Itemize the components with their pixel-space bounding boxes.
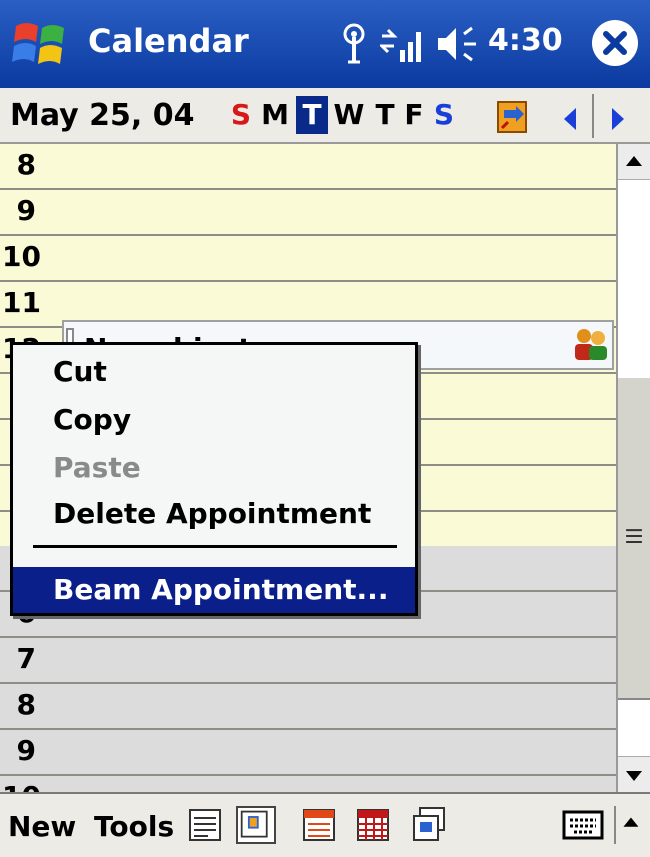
day-wednesday[interactable]: W [332, 96, 366, 134]
scroll-thumb[interactable] [618, 376, 650, 700]
signal-icon[interactable] [380, 22, 426, 66]
day-sunday[interactable]: S [226, 96, 256, 134]
divider [592, 94, 594, 138]
windows-start-icon[interactable] [12, 16, 68, 72]
day-monday[interactable]: M [260, 96, 290, 134]
hour-label: 8 [16, 688, 36, 721]
hour-label: 8 [16, 148, 36, 181]
hour-label: 10 [2, 240, 41, 273]
hour-label: 9 [16, 734, 36, 767]
hour-row[interactable]: 7 [0, 638, 616, 684]
week-view-icon[interactable] [300, 806, 340, 844]
menu-item-copy-label: Copy [53, 403, 132, 436]
scroll-up-button[interactable] [618, 144, 650, 180]
scroll-down-button[interactable] [618, 756, 650, 792]
scroll-down-icon [626, 771, 642, 781]
menu-item-cut-label: Cut [53, 355, 107, 388]
tools-menu[interactable]: Tools [94, 810, 174, 843]
scroll-track[interactable] [618, 700, 650, 756]
hour-label: 9 [16, 194, 36, 227]
menu-separator [33, 545, 397, 548]
close-icon [603, 31, 627, 55]
new-button[interactable]: New [8, 810, 76, 843]
people-icon [575, 329, 607, 360]
year-view-icon[interactable] [410, 806, 450, 844]
antenna-icon[interactable] [338, 22, 370, 66]
menu-item-paste-label: Paste [53, 451, 141, 484]
scroll-up-icon [626, 156, 642, 166]
menu-item-copy[interactable]: Copy [53, 403, 131, 436]
menu-item-beam-appointment[interactable]: Beam Appointment... [53, 573, 388, 606]
hour-row[interactable]: 8 [0, 144, 616, 190]
day-tuesday[interactable]: T [296, 96, 328, 134]
hour-label: 11 [2, 286, 41, 319]
hour-label: 10 [0, 780, 52, 792]
hour-label: 7 [16, 642, 36, 675]
date-bar: May 25, 04 S M T W T F S [0, 88, 650, 144]
day-view-icon [240, 810, 268, 838]
current-date[interactable]: May 25, 04 [10, 98, 195, 133]
prev-arrow-icon[interactable] [556, 104, 584, 134]
command-bar: New Tools [0, 792, 650, 857]
hour-row[interactable]: 10 [0, 776, 616, 792]
menu-item-beam-label: Beam Appointment... [53, 573, 389, 606]
menu-item-cut[interactable]: Cut [53, 355, 107, 388]
month-view-icon[interactable] [354, 806, 394, 844]
menu-item-delete-appointment[interactable]: Delete Appointment [53, 497, 371, 530]
hour-row[interactable]: 9 [0, 190, 616, 236]
close-button[interactable] [592, 20, 638, 66]
day-thursday[interactable]: T [372, 96, 398, 134]
sip-menu-button[interactable] [614, 806, 644, 844]
scroll-track[interactable] [618, 180, 650, 376]
hour-row[interactable]: 9 [0, 730, 616, 776]
sip-arrow-icon [623, 817, 639, 827]
app-title: Calendar [88, 22, 249, 60]
keyboard-icon[interactable] [562, 810, 604, 840]
menu-item-delete-label: Delete Appointment [53, 497, 372, 530]
hour-row[interactable]: 10 [0, 236, 616, 282]
context-menu: Cut Copy Paste Delete Appointment Beam A… [10, 342, 418, 616]
title-bar: Calendar 4:30 [0, 0, 650, 88]
agenda-view-icon[interactable] [186, 806, 226, 844]
day-view-button[interactable] [236, 806, 276, 844]
menu-item-paste: Paste [53, 451, 141, 484]
grip-icon [626, 529, 642, 543]
hour-row[interactable]: 8 [0, 684, 616, 730]
clock[interactable]: 4:30 [488, 23, 563, 58]
day-saturday[interactable]: S [430, 96, 458, 134]
next-arrow-icon[interactable] [604, 104, 632, 134]
sync-icon[interactable] [494, 98, 534, 138]
speaker-icon[interactable] [436, 24, 484, 64]
vertical-scrollbar[interactable] [616, 144, 650, 792]
day-friday[interactable]: F [402, 96, 426, 134]
